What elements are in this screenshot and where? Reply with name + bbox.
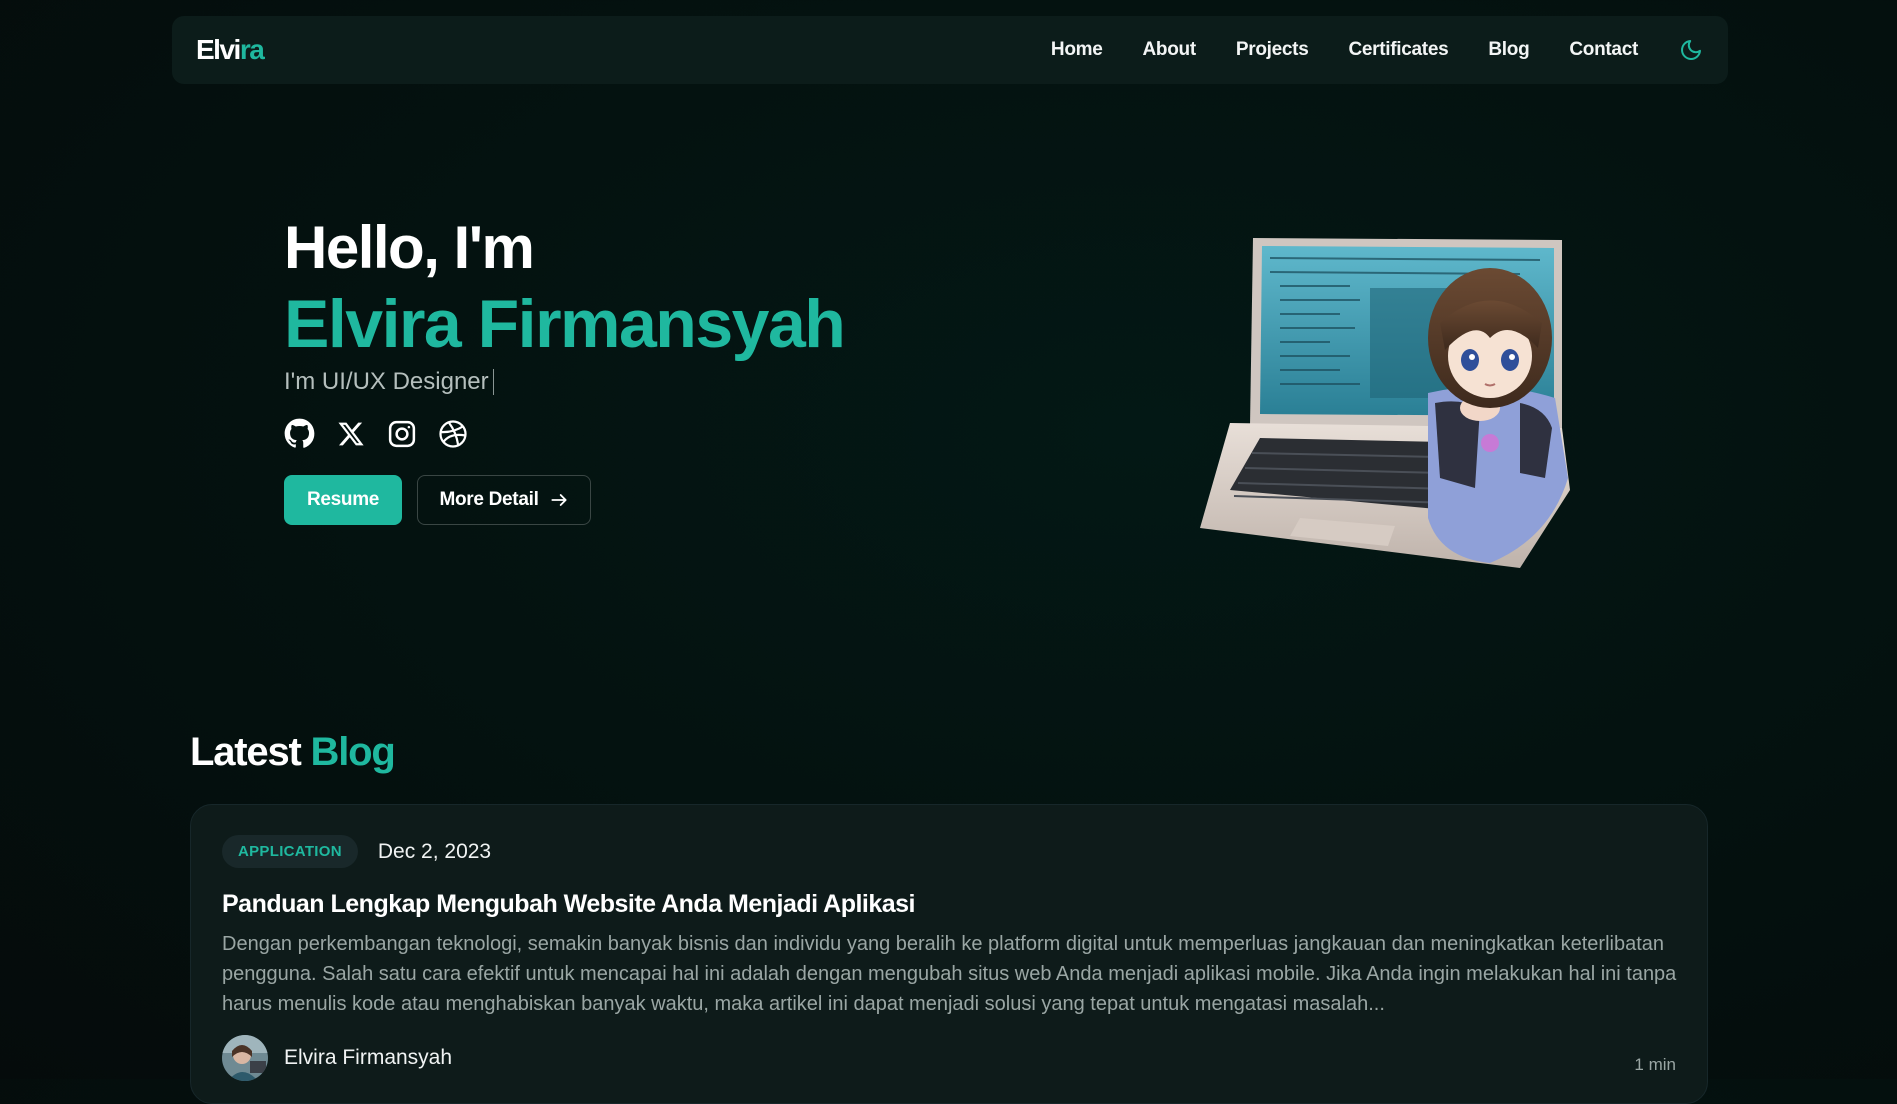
site-logo[interactable]: Elvira	[196, 34, 265, 66]
post-title[interactable]: Panduan Lengkap Mengubah Website Anda Me…	[222, 890, 1676, 919]
dribbble-icon	[438, 419, 467, 448]
author-name[interactable]: Elvira Firmansyah	[284, 1046, 452, 1070]
hero-role-text: I'm UI/UX Designer	[284, 368, 489, 395]
latest-blog-heading: Latest Blog	[190, 730, 396, 775]
nav-link-projects[interactable]: Projects	[1236, 39, 1309, 61]
nav-link-certificates[interactable]: Certificates	[1348, 39, 1448, 61]
x-twitter-icon	[337, 422, 364, 445]
author-avatar	[222, 1035, 268, 1081]
more-detail-label: More Detail	[439, 489, 539, 510]
nav-link-about[interactable]: About	[1143, 39, 1197, 61]
logo-main-text: Elvi	[196, 34, 241, 65]
category-badge[interactable]: APPLICATION	[222, 835, 358, 868]
laptop-character-illustration	[1200, 238, 1570, 568]
nav-link-contact[interactable]: Contact	[1569, 39, 1638, 61]
blog-post-card[interactable]: APPLICATION Dec 2, 2023 Panduan Lengkap …	[190, 804, 1708, 1104]
post-footer: Elvira Firmansyah 1 min	[222, 1035, 1676, 1081]
more-detail-button[interactable]: More Detail	[417, 475, 591, 525]
hero-name: Elvira Firmansyah	[284, 286, 846, 362]
instagram-icon	[388, 420, 415, 447]
logo-accent-text: ra	[239, 34, 265, 65]
x-twitter-link[interactable]	[335, 418, 366, 449]
social-links	[284, 418, 844, 449]
nav-link-blog[interactable]: Blog	[1488, 39, 1529, 61]
dribbble-link[interactable]	[437, 418, 468, 449]
nav-link-home[interactable]: Home	[1051, 39, 1103, 61]
arrow-right-icon	[550, 494, 567, 506]
github-link[interactable]	[284, 418, 315, 449]
post-excerpt: Dengan perkembangan teknologi, semakin b…	[222, 933, 1677, 1015]
resume-button[interactable]: Resume	[284, 475, 402, 525]
hero-section: Hello, I'm Elvira Firmansyah I'm UI/UX D…	[284, 210, 846, 525]
read-time: 1 min	[1634, 1055, 1676, 1074]
hero-illustration	[1190, 228, 1570, 578]
nav-menu: Home About Projects Certificates Blog Co…	[1011, 37, 1704, 63]
latest-blog-heading-main: Latest	[190, 730, 302, 774]
instagram-link[interactable]	[386, 418, 417, 449]
latest-blog-heading-accent: Blog	[310, 730, 396, 774]
typing-caret	[492, 369, 494, 395]
hero-greeting: Hello, I'm	[284, 214, 535, 281]
navbar: Elvira Home About Projects Certificates …	[172, 16, 1728, 84]
hero-role: I'm UI/UX Designer	[284, 368, 844, 396]
blog-post-meta: APPLICATION Dec 2, 2023	[222, 835, 1676, 868]
avatar-image	[222, 1035, 268, 1081]
github-icon	[284, 418, 315, 448]
theme-toggle-button[interactable]	[1678, 37, 1704, 63]
moon-icon	[1681, 40, 1701, 60]
hero-actions: Resume More Detail	[284, 475, 844, 525]
post-date: Dec 2, 2023	[377, 839, 492, 863]
